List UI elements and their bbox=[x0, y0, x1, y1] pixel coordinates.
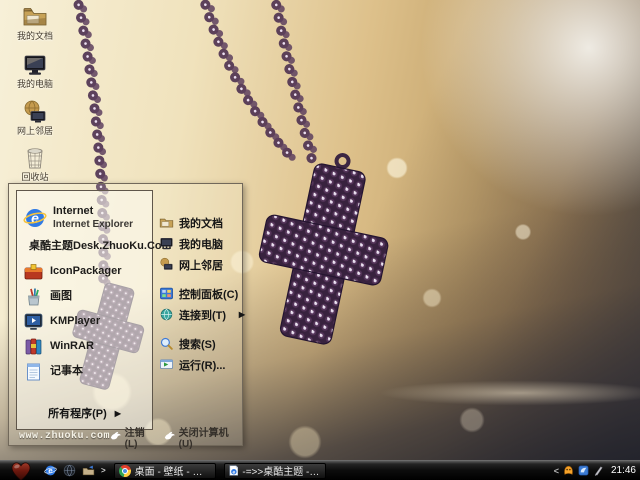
desktop-icon-label: 网上邻居 bbox=[17, 126, 53, 136]
dove-icon bbox=[164, 431, 176, 442]
start-menu-programs-panel: e Internet Internet Explorer 桌酷主题Desk.Zh… bbox=[16, 190, 153, 430]
taskbar-button-label: 桌面 - 壁纸 - 桌酷... bbox=[135, 463, 211, 478]
menu-item-my-computer[interactable]: 我的电脑 bbox=[159, 233, 239, 254]
log-off-button[interactable]: 注销(L) bbox=[110, 424, 154, 450]
menu-item-iconpackager[interactable]: IconPackager bbox=[21, 259, 148, 284]
start-menu-footer: www.zhuoku.com 注销(L) 关闭计算机(U) bbox=[9, 428, 242, 445]
orange-messenger-icon[interactable] bbox=[563, 465, 574, 476]
log-off-label: 注销(L) bbox=[125, 424, 154, 450]
all-programs-label: 所有程序(P) bbox=[48, 405, 107, 421]
notepad-icon bbox=[23, 361, 44, 382]
iconpackager-icon bbox=[23, 261, 44, 282]
menu-item-label: Internet bbox=[53, 205, 93, 217]
menu-item-label: 搜索(S) bbox=[179, 336, 216, 352]
menu-item-label: WinRAR bbox=[50, 341, 94, 352]
menu-item-label: 记事本 bbox=[50, 366, 83, 377]
menu-item-my-documents[interactable]: 我的文档 bbox=[159, 212, 239, 233]
menu-item-zhuoku-theme[interactable]: 桌酷主题Desk.ZhuoKu.Com bbox=[21, 234, 148, 259]
svg-text:e: e bbox=[31, 210, 39, 226]
menu-item-kmplayer[interactable]: KMPlayer bbox=[21, 309, 148, 334]
my-documents-icon bbox=[159, 215, 174, 230]
pen-input-icon[interactable] bbox=[593, 465, 604, 476]
start-menu-places-panel: 我的文档 我的电脑 网上邻居 bbox=[159, 212, 239, 375]
dove-icon bbox=[110, 431, 122, 442]
media-folder-icon[interactable] bbox=[82, 464, 95, 477]
menu-item-label: IconPackager bbox=[50, 266, 122, 277]
taskbar-button-theme-page[interactable]: e -=>>桌酷主题 - Mi... bbox=[224, 463, 326, 479]
taskbar: e > 桌面 - 壁纸 - 桌酷... e -=>> bbox=[0, 460, 640, 480]
quick-launch-bar: e > bbox=[44, 464, 106, 477]
control-panel-icon bbox=[159, 286, 174, 301]
desktop-icon-network-places[interactable]: 网上邻居 bbox=[4, 99, 66, 136]
network-places-icon bbox=[22, 99, 48, 125]
menu-item-winrar[interactable]: WinRAR bbox=[21, 334, 148, 359]
submenu-arrow-icon: ▶ bbox=[239, 310, 245, 319]
desktop-icon-label: 回收站 bbox=[21, 172, 48, 182]
paint-icon bbox=[23, 286, 44, 307]
menu-item-label: 画图 bbox=[50, 291, 72, 302]
menu-item-notepad[interactable]: 记事本 bbox=[21, 359, 148, 384]
recycle-bin-icon bbox=[22, 145, 48, 171]
kmplayer-icon bbox=[23, 311, 44, 332]
menu-item-label: 连接到(T) bbox=[179, 307, 226, 323]
menu-separator bbox=[159, 275, 239, 283]
taskbar-clock: 21:46 bbox=[611, 465, 636, 476]
menu-item-label: KMPlayer bbox=[50, 316, 100, 327]
network-places-icon bbox=[159, 257, 174, 272]
desktop-icon-label: 我的电脑 bbox=[17, 79, 53, 89]
taskbar-button-wallpaper-page[interactable]: 桌面 - 壁纸 - 桌酷... bbox=[114, 463, 216, 479]
menu-item-control-panel[interactable]: 控制面板(C) bbox=[159, 283, 239, 304]
connect-to-icon bbox=[159, 307, 174, 322]
ie-document-icon: e bbox=[229, 464, 239, 477]
svg-text:e: e bbox=[232, 470, 235, 475]
desktop-icon-my-computer[interactable]: 我的电脑 bbox=[4, 52, 66, 89]
menu-item-label: 我的文档 bbox=[179, 215, 223, 231]
blue-messenger-icon[interactable] bbox=[578, 465, 589, 476]
turn-off-button[interactable]: 关闭计算机(U) bbox=[164, 424, 236, 450]
chrome-icon bbox=[119, 465, 131, 477]
menu-item-paint[interactable]: 画图 bbox=[21, 284, 148, 309]
menu-separator bbox=[159, 325, 239, 333]
dark-globe-icon[interactable] bbox=[63, 464, 76, 477]
system-tray: < 21:46 bbox=[554, 465, 640, 476]
menu-item-sublabel: Internet Explorer bbox=[53, 219, 133, 230]
menu-item-run[interactable]: 运行(R)... bbox=[159, 354, 239, 375]
tray-collapse-chevron-icon[interactable]: < bbox=[554, 466, 559, 476]
menu-item-label: 我的电脑 bbox=[179, 236, 223, 252]
zhuoku-website-link[interactable]: www.zhuoku.com bbox=[19, 431, 110, 442]
run-icon bbox=[159, 357, 174, 372]
menu-item-label: 桌酷主题Desk.ZhuoKu.Com bbox=[29, 241, 171, 252]
my-computer-icon bbox=[22, 52, 48, 78]
menu-item-label: 网上邻居 bbox=[179, 257, 223, 273]
heart-icon bbox=[9, 461, 33, 480]
search-icon bbox=[159, 336, 174, 351]
desktop-icon-recycle-bin[interactable]: 回收站 bbox=[4, 145, 66, 182]
quick-launch-overflow-arrow[interactable]: > bbox=[101, 466, 106, 475]
my-documents-icon bbox=[22, 4, 48, 30]
menu-item-label: 运行(R)... bbox=[179, 357, 225, 373]
my-computer-icon bbox=[159, 236, 174, 251]
internet-explorer-icon[interactable]: e bbox=[44, 464, 57, 477]
menu-item-network-places[interactable]: 网上邻居 bbox=[159, 254, 239, 275]
menu-item-connect-to[interactable]: 连接到(T) ▶ bbox=[159, 304, 239, 325]
start-menu: e Internet Internet Explorer 桌酷主题Desk.Zh… bbox=[8, 183, 243, 446]
all-programs-button[interactable]: 所有程序(P) ▶ bbox=[21, 401, 148, 425]
taskbar-button-label: -=>>桌酷主题 - Mi... bbox=[242, 463, 320, 478]
winrar-icon bbox=[23, 336, 44, 357]
start-button[interactable] bbox=[0, 461, 42, 480]
desktop-icon-my-documents[interactable]: 我的文档 bbox=[4, 4, 66, 41]
internet-explorer-icon: e bbox=[23, 206, 47, 230]
menu-item-search[interactable]: 搜索(S) bbox=[159, 333, 239, 354]
desktop: 我的文档 我的电脑 网上邻居 回收站 bbox=[0, 0, 640, 480]
menu-item-internet[interactable]: e Internet Internet Explorer bbox=[21, 201, 148, 234]
turn-off-label: 关闭计算机(U) bbox=[179, 424, 236, 450]
all-programs-arrow-icon: ▶ bbox=[115, 409, 121, 418]
menu-item-label: 控制面板(C) bbox=[179, 286, 238, 302]
desktop-icon-label: 我的文档 bbox=[17, 31, 53, 41]
